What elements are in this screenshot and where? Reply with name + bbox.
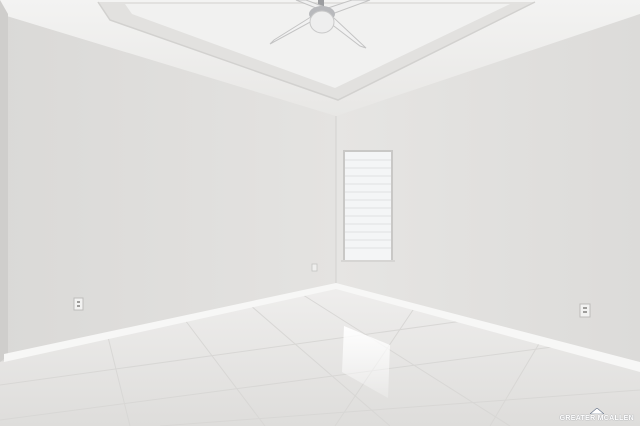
watermark-text: GREATER MCALLEN	[559, 415, 634, 422]
outlet-icon	[311, 263, 318, 272]
room-illustration	[0, 0, 640, 426]
watermark: GREATER MCALLEN	[560, 408, 634, 422]
house-logo-icon	[589, 408, 604, 414]
left-edge-wall	[0, 0, 8, 362]
window	[341, 150, 395, 262]
outlet-icon	[579, 303, 591, 318]
room-photo: GREATER MCALLEN	[0, 0, 640, 426]
outlet-icon	[73, 297, 84, 311]
